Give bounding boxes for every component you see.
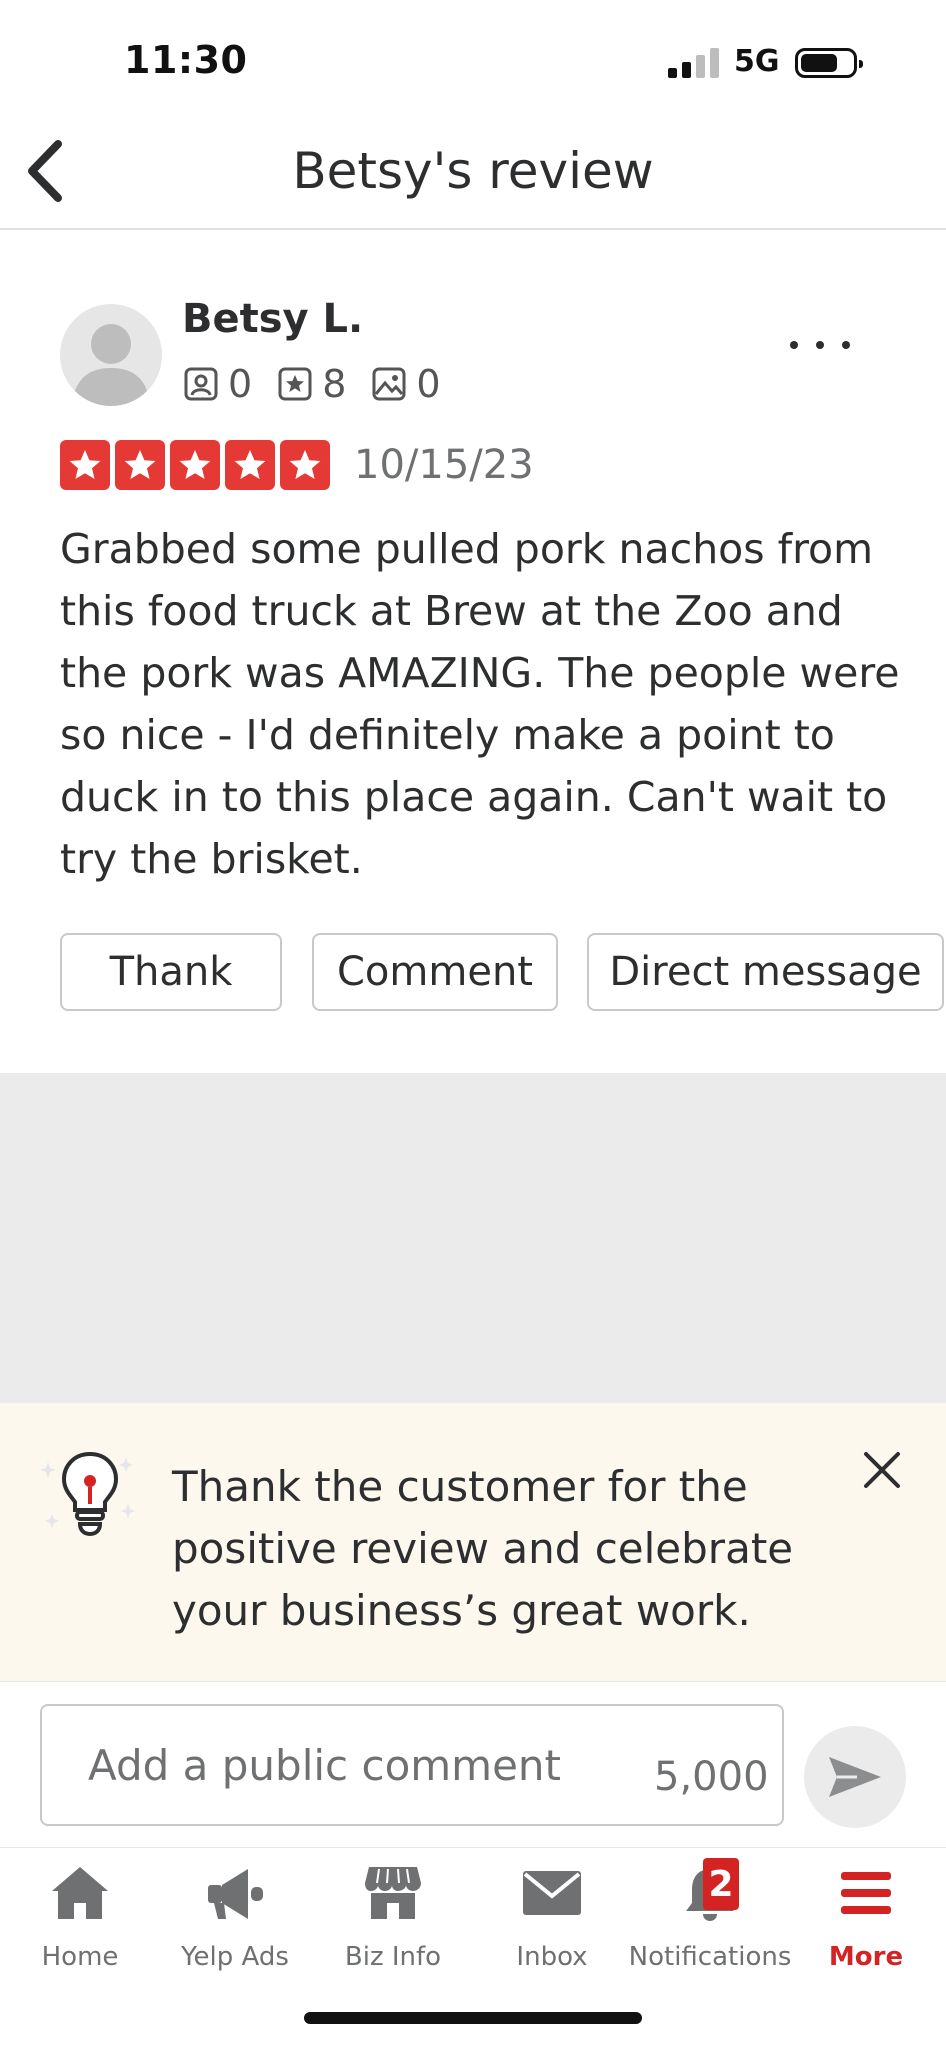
star-rating bbox=[60, 440, 335, 490]
direct-message-button[interactable]: Direct message bbox=[587, 933, 944, 1011]
close-tip-button[interactable] bbox=[862, 1450, 902, 1490]
reviewer-stats: 0 8 0 bbox=[184, 362, 467, 406]
lightbulb-icon bbox=[40, 1444, 140, 1544]
reviewer-name[interactable]: Betsy L. bbox=[182, 296, 363, 342]
tab-inbox-label: Inbox bbox=[516, 1942, 588, 1972]
status-time: 11:30 bbox=[124, 38, 248, 82]
tip-text: Thank the customer for the positive revi… bbox=[172, 1462, 794, 1635]
storefront-icon bbox=[358, 1858, 428, 1928]
friends-icon bbox=[184, 367, 218, 401]
header-divider bbox=[0, 228, 946, 230]
avatar[interactable] bbox=[60, 304, 162, 406]
photos-stat: 0 bbox=[372, 362, 441, 406]
user-silhouette-icon bbox=[72, 324, 150, 406]
bell-icon: 2 bbox=[675, 1858, 745, 1928]
star-icon bbox=[170, 440, 220, 490]
star-icon bbox=[115, 440, 165, 490]
char-limit: 5,000 bbox=[654, 1754, 769, 1800]
friends-stat: 0 bbox=[184, 362, 252, 406]
tab-more-label: More bbox=[828, 1942, 904, 1972]
star-icon bbox=[225, 440, 275, 490]
home-indicator[interactable] bbox=[304, 2012, 642, 2024]
mail-icon bbox=[517, 1858, 587, 1928]
page-title: Betsy's review bbox=[292, 142, 654, 200]
photos-count: 0 bbox=[416, 362, 441, 406]
star-icon bbox=[280, 440, 330, 490]
review-text: Grabbed some pulled pork nachos from thi… bbox=[60, 525, 900, 883]
signal-icon bbox=[668, 48, 720, 78]
tab-home-label: Home bbox=[41, 1942, 119, 1972]
home-icon bbox=[45, 1858, 115, 1928]
battery-icon bbox=[795, 48, 863, 78]
thank-button[interactable]: Thank bbox=[60, 933, 282, 1011]
notifications-badge: 2 bbox=[703, 1858, 739, 1910]
reviews-count: 8 bbox=[322, 362, 347, 406]
reviews-stat: 8 bbox=[278, 362, 346, 406]
content-spacer bbox=[0, 1073, 946, 1403]
send-button[interactable] bbox=[804, 1726, 906, 1828]
tab-biz-info-label: Biz Info bbox=[344, 1942, 442, 1972]
tab-yelp-ads-label: Yelp Ads bbox=[181, 1942, 289, 1972]
review-star-icon bbox=[278, 367, 312, 401]
more-options-button[interactable] bbox=[790, 330, 850, 360]
tab-yelp-ads[interactable]: Yelp Ads bbox=[155, 1858, 315, 1972]
tab-more[interactable]: More bbox=[786, 1858, 946, 1972]
menu-icon bbox=[831, 1858, 901, 1928]
dot-icon bbox=[790, 341, 798, 349]
review-date: 10/15/23 bbox=[354, 442, 534, 488]
friends-count: 0 bbox=[228, 362, 253, 406]
star-icon bbox=[60, 440, 110, 490]
photo-icon bbox=[372, 367, 406, 401]
megaphone-icon bbox=[200, 1858, 270, 1928]
dot-icon bbox=[816, 341, 824, 349]
close-icon bbox=[864, 1452, 900, 1488]
tab-notifications-label: Notifications bbox=[628, 1942, 792, 1972]
network-type: 5G bbox=[734, 44, 780, 79]
comment-button[interactable]: Comment bbox=[312, 933, 558, 1011]
tab-notifications[interactable]: 2 Notifications bbox=[628, 1858, 792, 1972]
tab-home[interactable]: Home bbox=[0, 1858, 160, 1972]
tab-inbox[interactable]: Inbox bbox=[472, 1858, 632, 1972]
send-icon bbox=[829, 1757, 881, 1797]
tab-biz-info[interactable]: Biz Info bbox=[313, 1858, 473, 1972]
dot-icon bbox=[842, 341, 850, 349]
